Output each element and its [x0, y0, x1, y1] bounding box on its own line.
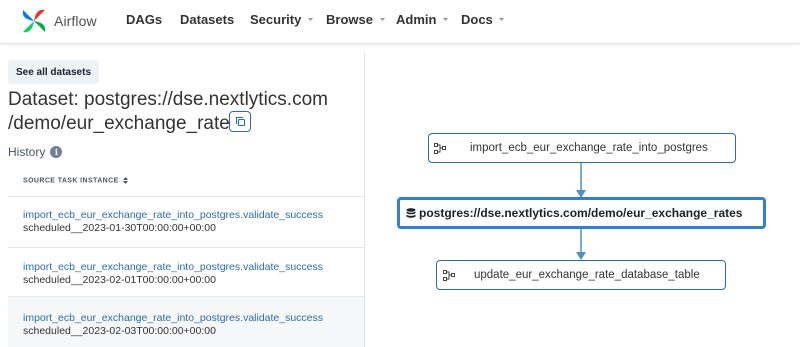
copy-icon — [235, 116, 245, 127]
nav-admin[interactable]: Admin — [396, 12, 449, 27]
producer-dag-label: import_ecb_eur_exchange_rate_into_postgr… — [470, 142, 708, 154]
source-task-instance-column-header[interactable]: SOURCE TASK INSTANCE — [23, 177, 128, 184]
consumer-dag-node[interactable]: update_eur_exchange_rate_database_table — [436, 260, 726, 290]
nav-datasets[interactable]: Datasets — [180, 12, 234, 27]
nav-dags-label: DAGs — [126, 12, 163, 27]
nav-security-label: Security — [250, 12, 302, 27]
brand-name: Airflow — [54, 13, 97, 29]
info-icon[interactable]: i — [50, 146, 63, 158]
consumer-dag-label: update_eur_exchange_rate_database_table — [474, 269, 700, 281]
nav-admin-label: Admin — [396, 12, 437, 27]
producer-dag-node[interactable]: import_ecb_eur_exchange_rate_into_postgr… — [428, 133, 736, 163]
column-header-label: SOURCE TASK INSTANCE — [23, 177, 119, 185]
dataset-node[interactable]: postgres://dse.nextlytics.com/demo/eur_e… — [397, 197, 766, 229]
chevron-down-icon — [443, 18, 449, 22]
nav-datasets-label: Datasets — [180, 12, 235, 27]
copy-uri-button[interactable] — [229, 111, 251, 132]
dataset-node-label: postgres://dse.nextlytics.com/demo/eur_e… — [419, 206, 743, 220]
top-navbar: Airflow DAGs Datasets Security Browse Ad… — [0, 0, 800, 44]
history-heading: History i — [8, 145, 63, 159]
history-label: History — [8, 145, 46, 159]
table-row[interactable]: import_ecb_eur_exchange_rate_into_postgr… — [8, 297, 364, 347]
nav-browse-label: Browse — [326, 12, 373, 27]
chevron-down-icon — [379, 18, 385, 22]
nav-docs-label: Docs — [461, 12, 493, 27]
chevron-down-icon — [499, 18, 505, 22]
pane-divider — [364, 52, 365, 347]
airflow-logo-icon — [22, 9, 46, 33]
sort-icon — [123, 177, 128, 184]
table-row[interactable]: import_ecb_eur_exchange_rate_into_postgr… — [8, 197, 364, 247]
dag-icon — [443, 269, 455, 281]
dataset-title-line2: /demo/eur_exchange_rates — [8, 113, 240, 134]
dataset-title-line1: Dataset: postgres://dse.nextlytics.com — [8, 89, 328, 110]
nav-docs[interactable]: Docs — [461, 12, 505, 27]
dataset-title: Dataset: postgres://dse.nextlytics.com /… — [8, 88, 328, 136]
airflow-home-link[interactable]: Airflow — [20, 7, 97, 35]
database-icon — [406, 207, 416, 218]
task-instance-link[interactable]: import_ecb_eur_exchange_rate_into_postgr… — [23, 261, 323, 273]
see-all-datasets-button[interactable]: See all datasets — [8, 60, 99, 84]
see-all-datasets-label: See all datasets — [15, 66, 92, 78]
run-id: scheduled__2023-02-03T00:00:00+00:00 — [23, 325, 216, 337]
run-id: scheduled__2023-01-30T00:00:00+00:00 — [23, 222, 216, 234]
nav-browse[interactable]: Browse — [326, 12, 385, 27]
dag-icon — [434, 142, 446, 154]
task-instance-link[interactable]: import_ecb_eur_exchange_rate_into_postgr… — [23, 209, 323, 221]
arrowhead-icon — [576, 252, 586, 260]
nav-security[interactable]: Security — [250, 12, 313, 27]
chevron-down-icon — [307, 18, 313, 22]
run-id: scheduled__2023-02-01T00:00:00+00:00 — [23, 274, 216, 286]
nav-dags[interactable]: DAGs — [126, 12, 162, 27]
task-instance-link[interactable]: import_ecb_eur_exchange_rate_into_postgr… — [23, 312, 323, 324]
table-row[interactable]: import_ecb_eur_exchange_rate_into_postgr… — [8, 248, 364, 296]
